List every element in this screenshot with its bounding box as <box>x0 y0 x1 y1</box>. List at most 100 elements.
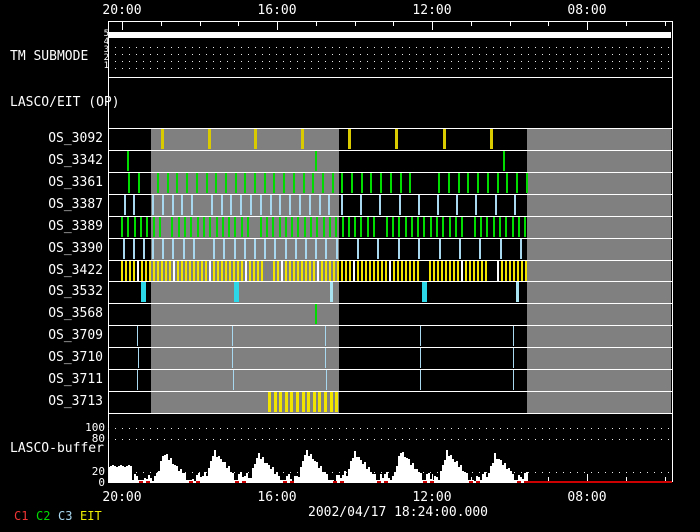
os-tick <box>501 261 503 281</box>
os-tick <box>324 392 327 412</box>
os-tick <box>490 129 493 149</box>
axis-tick-top <box>548 22 549 26</box>
os-tick <box>493 217 495 237</box>
os-tick <box>254 239 256 259</box>
os-tick <box>385 261 387 281</box>
os-tick <box>254 173 256 193</box>
os-tick <box>503 151 505 171</box>
os-tick <box>247 217 249 237</box>
os-tick <box>221 195 223 215</box>
os-row-separator <box>108 281 672 282</box>
os-tick <box>449 261 451 281</box>
os-tick <box>361 173 363 193</box>
buffer-gridline <box>108 439 672 440</box>
os-row-separator <box>108 303 672 304</box>
os-tick <box>420 326 421 346</box>
os-tick <box>169 261 171 281</box>
os-tick <box>279 217 281 237</box>
buffer-red-dash <box>283 481 287 483</box>
os-tick <box>438 173 440 193</box>
os-tick <box>467 173 469 193</box>
os-tick <box>398 217 400 237</box>
os-tick <box>316 217 318 237</box>
buffer-red-dash <box>469 481 473 483</box>
panel-border-h <box>108 128 672 129</box>
os-tick <box>181 195 183 215</box>
os-tick <box>305 261 307 281</box>
os-tick <box>232 348 233 368</box>
tm-dotted-level <box>108 54 672 55</box>
os-tick <box>234 282 239 302</box>
row-label: OS_3342 <box>48 153 103 168</box>
os-tick <box>277 261 279 281</box>
row-label: OS_3387 <box>48 197 103 212</box>
os-tick <box>162 239 164 259</box>
row-label: OS_3092 <box>48 131 103 146</box>
os-tick <box>159 217 161 237</box>
axis-tick-top <box>432 22 433 30</box>
os-tick <box>341 173 343 193</box>
os-tick <box>177 261 179 281</box>
os-tick <box>123 239 125 259</box>
os-tick <box>232 326 233 346</box>
buffer-axis-red <box>527 481 672 483</box>
os-tick <box>461 261 463 281</box>
buffer-red-dash <box>430 481 434 483</box>
os-tick <box>401 261 403 281</box>
os-tick <box>285 261 287 281</box>
os-tick <box>208 129 211 149</box>
os-tick <box>189 261 191 281</box>
os-tick <box>254 129 257 149</box>
axis-tick-top <box>665 22 666 26</box>
row-label: OS_3422 <box>48 263 103 278</box>
os-row-separator <box>108 325 672 326</box>
os-tick <box>293 173 295 193</box>
panel-border-h <box>108 413 672 414</box>
os-tick <box>442 217 444 237</box>
panel-border-right <box>672 21 673 482</box>
row-label: OS_3710 <box>48 350 103 365</box>
os-tick <box>329 261 331 281</box>
os-tick <box>307 392 310 412</box>
os-tick <box>417 261 419 281</box>
os-tick <box>315 304 317 324</box>
os-tick <box>481 261 483 281</box>
os-tick <box>161 261 163 281</box>
os-tick <box>516 282 519 302</box>
os-row-separator <box>108 369 672 370</box>
os-tick <box>509 261 511 281</box>
os-tick <box>423 217 425 237</box>
buffer-red-dash <box>333 481 337 483</box>
os-tick <box>335 217 337 237</box>
os-tick <box>445 261 447 281</box>
os-tick <box>193 261 195 281</box>
os-tick <box>458 173 460 193</box>
os-tick <box>357 261 359 281</box>
buffer-red-dash <box>242 481 246 483</box>
legend-c1: C1 <box>14 509 29 523</box>
os-tick <box>145 261 147 281</box>
os-tick <box>191 195 193 215</box>
os-tick <box>480 217 482 237</box>
tm-dotted-level <box>108 68 672 69</box>
os-tick <box>230 195 232 215</box>
os-tick <box>422 282 427 302</box>
buffer-red-dash <box>476 481 480 483</box>
os-tick <box>285 217 287 237</box>
row-label: OS_3389 <box>48 219 103 234</box>
os-tick <box>337 261 339 281</box>
buffer-red-dash <box>290 481 294 483</box>
os-tick <box>157 173 159 193</box>
os-tick <box>449 217 451 237</box>
os-tick <box>418 195 420 215</box>
tm-dotted-level <box>108 61 672 62</box>
os-tick <box>330 392 333 412</box>
buffer-red-dash <box>524 481 528 483</box>
os-tick <box>137 370 138 390</box>
os-tick <box>409 261 411 281</box>
os-tick <box>399 195 401 215</box>
os-tick <box>441 261 443 281</box>
os-tick <box>133 261 135 281</box>
os-tick <box>186 173 188 193</box>
os-tick <box>309 195 311 215</box>
